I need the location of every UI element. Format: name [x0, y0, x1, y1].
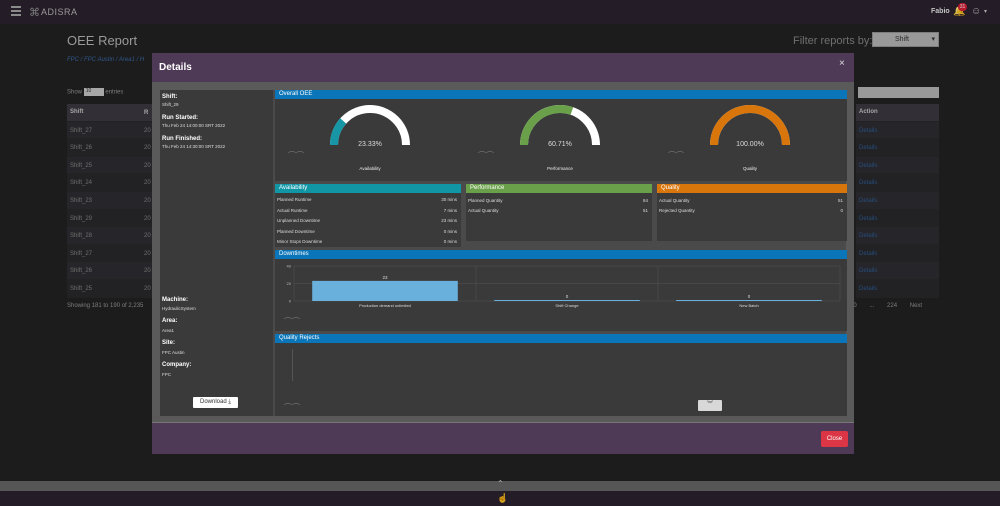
performance-gauge-value: 60.71%	[548, 141, 572, 148]
metric-row: Unplanned Downtime 23 mins	[277, 218, 459, 228]
chart-wave-icon: ⌒⌒	[668, 151, 684, 160]
run-info-panel: Shift: Shift_29 Run Started: Thu Feb 24 …	[160, 90, 273, 416]
metric-row: Actual Runtime 7 mins	[277, 208, 459, 218]
rejects-axis	[292, 349, 293, 381]
metric-label: Planned Quantity	[468, 198, 503, 203]
machine-label: Machine:	[162, 297, 189, 303]
company-label: Company:	[162, 362, 192, 368]
availability-title: Availability	[275, 184, 461, 193]
metric-label: Rejected Quantity	[659, 208, 695, 213]
availability-panel: Availability Planned Runtime 30 mins Actua…	[275, 184, 461, 247]
metric-value: 0 mins	[443, 239, 457, 244]
run-finished-label: Run Finished:	[162, 136, 202, 142]
metric-row: Planned Quantity 84	[468, 198, 650, 208]
bar[interactable]	[676, 300, 822, 301]
expand-chevron-button[interactable]: ︾	[698, 400, 722, 411]
bar-value-label: 0	[566, 294, 569, 299]
quality-rejects-title: Quality Rejects	[275, 334, 847, 343]
quality-rejects-panel: Quality Rejects ⌒⌒	[275, 334, 847, 416]
category-label: Shift Change	[555, 303, 579, 308]
gauge-track	[330, 105, 410, 146]
area-label: Area:	[162, 318, 178, 324]
chart-wave-icon: ⌒⌒	[284, 403, 300, 412]
metric-row: Planned Runtime 30 mins	[277, 197, 459, 207]
gauge-fill	[520, 105, 574, 146]
y-tick-label: 40	[287, 264, 292, 269]
availability-gauge-label: Availability	[359, 166, 381, 171]
details-modal: Details × Shift: Shift_29 Run Started: T…	[152, 53, 854, 454]
metric-label: Actual Quantity	[468, 208, 499, 213]
download-button[interactable]: Download ⤓	[193, 397, 238, 408]
download-icon: ⤓	[228, 399, 231, 405]
y-tick-label: 20	[287, 281, 292, 286]
performance-gauge-label: Performance	[547, 166, 573, 171]
modal-body: Shift: Shift_29 Run Started: Thu Feb 24 …	[160, 90, 847, 416]
gauge-fill	[710, 105, 790, 146]
performance-title: Performance	[466, 184, 652, 193]
metric-label: Planned Runtime	[277, 197, 312, 202]
category-label: Production demand unlimited	[359, 303, 411, 308]
metric-row: Actual Quantity 51	[468, 208, 650, 218]
downtimes-panel: Downtimes 0 20 40 23 Production demand unlim…	[275, 250, 847, 331]
modal-header: Details ×	[152, 53, 854, 82]
metric-value: 84	[642, 198, 648, 203]
metric-row: Minor Stops Downtime 0 mins	[277, 239, 459, 249]
metric-value: 0	[840, 208, 843, 213]
run-finished-value: Thu Feb 24 14:30:00 SRT 2022	[162, 144, 226, 149]
close-icon[interactable]: ×	[839, 58, 845, 69]
metric-label: Planned Downtime	[277, 228, 315, 234]
quality-panel: Quality Actual Quantity 51 Rejected Quanti…	[657, 184, 847, 241]
category-label: New Batch	[739, 303, 758, 308]
run-started-value: Thu Feb 24 14:00:00 SRT 2022	[162, 123, 226, 128]
downtimes-chart: 0 20 40 23 Production demand unlimited 0 Shift…	[287, 264, 841, 308]
y-tick-label: 0	[289, 299, 292, 304]
metric-value: 51	[837, 198, 843, 203]
quality-gauge-label: Quality	[742, 166, 757, 171]
metric-row: Rejected Quantity 0	[659, 208, 845, 218]
machine-value: HydraulicSystem	[162, 306, 196, 311]
metric-value: 51	[642, 208, 648, 213]
chart-wave-icon: ⌒⌒	[478, 151, 494, 160]
area-value: Area1	[162, 328, 175, 333]
metric-row: Actual Quantity 51	[659, 198, 845, 208]
site-value: FPC Austin	[162, 350, 185, 355]
shift-value: Shift_29	[162, 102, 179, 107]
close-button[interactable]: Close	[821, 431, 848, 447]
metric-label: Unplanned Downtime	[277, 218, 321, 223]
quality-gauge-value: 100.00%	[736, 141, 764, 148]
company-value: FPC	[162, 372, 171, 377]
chart-wave-icon: ⌒⌒	[288, 151, 304, 160]
metric-label: Minor Stops Downtime	[277, 239, 323, 244]
bar-value-label: 0	[748, 294, 751, 299]
metric-value: 0 mins	[443, 228, 457, 234]
metric-label: Actual Quantity	[659, 198, 690, 203]
quality-title: Quality	[657, 184, 847, 193]
bar[interactable]	[312, 280, 458, 301]
metric-value: 23 mins	[441, 218, 457, 223]
download-label: Download	[199, 399, 227, 405]
metric-row: Planned Downtime 0 mins	[277, 229, 459, 239]
modal-footer: Close	[152, 422, 854, 454]
bar-value-label: 23	[382, 275, 388, 280]
performance-panel: Performance Planned Quantity 84 Actual Qua…	[466, 184, 652, 241]
run-started-label: Run Started:	[162, 115, 198, 121]
overall-oee-panel: Overall OEE 23.33% Availability 60.71% P…	[275, 90, 847, 181]
metric-value: 30 mins	[441, 197, 457, 202]
chart-wave-icon: ⌒⌒	[284, 317, 300, 326]
availability-gauge-value: 23.33%	[358, 141, 382, 148]
modal-title: Details	[159, 62, 192, 73]
site-label: Site:	[162, 340, 176, 346]
shift-label: Shift:	[162, 94, 178, 100]
metric-value: 7 mins	[443, 207, 457, 213]
bar[interactable]	[494, 300, 640, 301]
metric-label: Actual Runtime	[277, 207, 308, 213]
